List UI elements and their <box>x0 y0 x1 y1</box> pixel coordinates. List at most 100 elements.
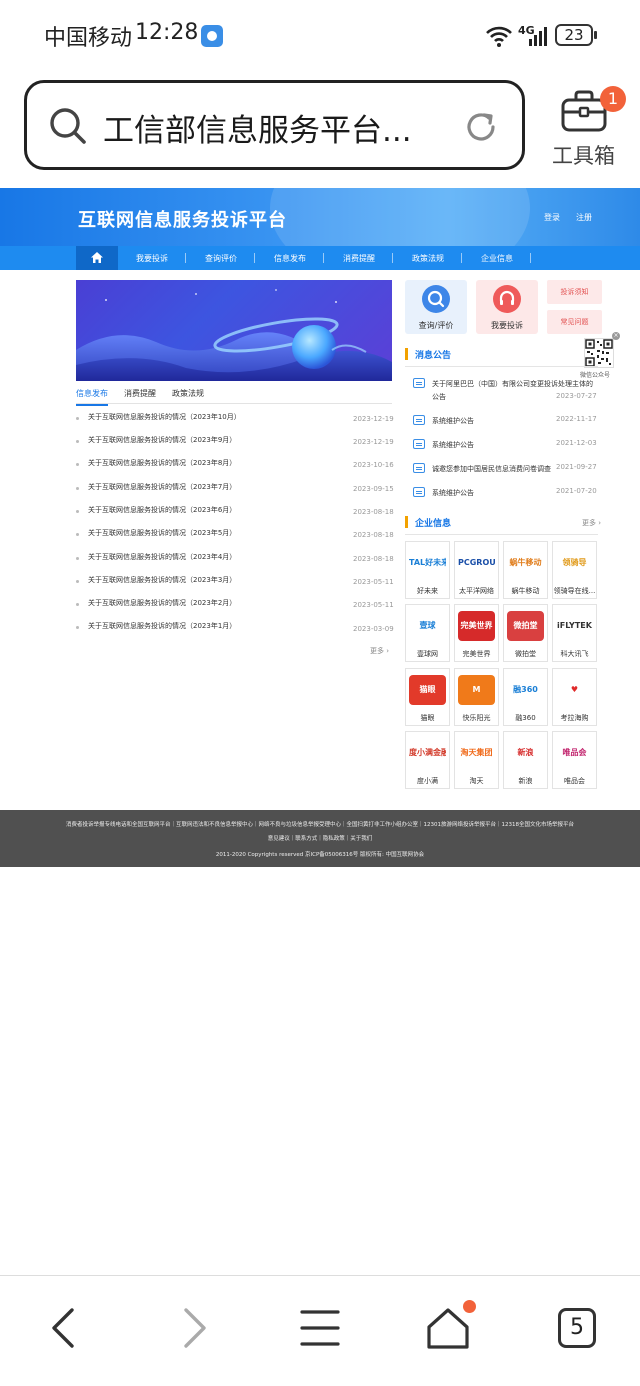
news-item[interactable]: 关于互联网信息服务投诉的情况（2023年2月） 2023-05-11 <box>76 598 394 612</box>
address-text[interactable]: 工信部信息服务平台... <box>103 105 433 150</box>
news-title[interactable]: 关于互联网信息服务投诉的情况（2023年2月） <box>88 598 236 608</box>
notice-item[interactable]: 诚邀您参加中国居民信息消费问卷调查 2021-09-27 <box>413 463 598 477</box>
nav-home[interactable] <box>76 246 118 270</box>
news-item[interactable]: 关于互联网信息服务投诉的情况（2023年6月） 2023-08-18 <box>76 505 394 519</box>
bullet <box>76 487 79 490</box>
nav-item-policy[interactable]: 政策法规 <box>412 253 444 264</box>
news-item[interactable]: 关于互联网信息服务投诉的情况（2023年3月） 2023-05-11 <box>76 575 394 589</box>
company-card[interactable]: 新浪 新浪 <box>503 731 548 789</box>
faq-button[interactable]: 常见问题 <box>547 310 602 334</box>
notice-item[interactable]: 系统维护公告 2021-07-20 <box>413 487 598 501</box>
footer-links[interactable]: 消费者投诉举报专线电话和全国互联网平台｜互联网违法和不良信息举报中心｜网络不良与… <box>0 820 640 828</box>
login-link[interactable]: 登录 <box>544 212 560 223</box>
news-title[interactable]: 关于互联网信息服务投诉的情况（2023年7月） <box>88 482 236 492</box>
complaint-guide-button[interactable]: 投诉须知 <box>547 280 602 304</box>
complain-button[interactable]: 我要投诉 <box>476 280 538 334</box>
news-item[interactable]: 关于互联网信息服务投诉的情况（2023年5月） 2023-08-18 <box>76 528 394 542</box>
company-card[interactable]: 淘天集团 淘天 <box>454 731 499 789</box>
company-card[interactable]: 壹球 壹球网 <box>405 604 450 662</box>
nav-separator <box>254 253 255 263</box>
register-link[interactable]: 注册 <box>576 212 592 223</box>
footer-secondary-links[interactable]: 意见建议｜联系方式｜隐私政策｜关于我们 <box>0 834 640 842</box>
company-card[interactable]: TAL好未来 好未来 <box>405 541 450 599</box>
company-card[interactable]: 猫眼 猫眼 <box>405 668 450 726</box>
address-bar[interactable]: 工信部信息服务平台... <box>24 80 525 170</box>
notice-item[interactable]: 关于阿里巴巴（中国）有限公司变更投诉处理主体的 公告 2023-07-27 <box>413 378 598 404</box>
toolbox-label: 工具箱 <box>552 144 615 168</box>
news-more-link[interactable]: 更多 › <box>370 646 389 656</box>
company-card[interactable]: 完美世界 完美世界 <box>454 604 499 662</box>
news-title[interactable]: 关于互联网信息服务投诉的情况（2023年5月） <box>88 528 236 538</box>
company-card[interactable]: 微拍堂 微拍堂 <box>503 604 548 662</box>
notice-title[interactable]: 关于阿里巴巴（中国）有限公司变更投诉处理主体的 <box>432 378 593 391</box>
query-evaluate-button[interactable]: 查询/评价 <box>405 280 467 334</box>
notice-icon <box>413 439 425 449</box>
notice-title[interactable]: 系统维护公告 <box>432 415 474 428</box>
news-title[interactable]: 关于互联网信息服务投诉的情况（2023年4月） <box>88 552 236 562</box>
news-date: 2023-08-18 <box>353 531 394 539</box>
news-date: 2023-12-19 <box>353 415 394 423</box>
nav-item-company[interactable]: 企业信息 <box>481 253 513 264</box>
toolbox-button[interactable]: 1 工具箱 <box>548 84 628 168</box>
news-item[interactable]: 关于互联网信息服务投诉的情况（2023年9月） 2023-12-19 <box>76 435 394 449</box>
news-item[interactable]: 关于互联网信息服务投诉的情况（2023年10月） 2023-12-19 <box>76 412 394 426</box>
query-icon <box>422 285 450 313</box>
news-date: 2023-10-16 <box>353 461 394 469</box>
nav-item-consumer[interactable]: 消费提醒 <box>343 253 375 264</box>
news-item[interactable]: 关于互联网信息服务投诉的情况（2023年1月） 2023-03-09 <box>76 621 394 635</box>
notice-title-continued[interactable]: 公告 <box>432 391 446 404</box>
news-title[interactable]: 关于互联网信息服务投诉的情况（2023年1月） <box>88 621 236 631</box>
nav-item-publish[interactable]: 信息发布 <box>274 253 306 264</box>
company-name: 太平洋网络 <box>459 587 494 595</box>
tabs-button[interactable]: 5 <box>548 1300 604 1356</box>
company-name: 领骑导在线... <box>553 587 596 595</box>
company-card[interactable]: M 快乐阳光 <box>454 668 499 726</box>
notice-title[interactable]: 系统维护公告 <box>432 487 474 500</box>
notice-icon <box>413 487 425 497</box>
company-name: 蜗牛移动 <box>511 587 540 595</box>
company-card[interactable]: ♥ 考拉海购 <box>552 668 597 726</box>
company-card[interactable]: iFLYTEK 科大讯飞 <box>552 604 597 662</box>
company-logo: 完美世界 <box>458 611 495 641</box>
news-title[interactable]: 关于互联网信息服务投诉的情况（2023年10月） <box>88 412 241 422</box>
notice-title[interactable]: 诚邀您参加中国居民信息消费问卷调查 <box>432 463 551 476</box>
bullet <box>76 533 79 536</box>
tab-info-publish[interactable]: 信息发布 <box>76 388 108 406</box>
tab-consumer-alert[interactable]: 消费提醒 <box>124 388 156 399</box>
menu-icon <box>300 1310 340 1346</box>
news-title[interactable]: 关于互联网信息服务投诉的情况（2023年9月） <box>88 435 236 445</box>
notice-date: 2021-12-03 <box>556 439 597 447</box>
nav-item-complain[interactable]: 我要投诉 <box>136 253 168 264</box>
company-card[interactable]: 蜗牛移动 蜗牛移动 <box>503 541 548 599</box>
notice-title[interactable]: 系统维护公告 <box>432 439 474 452</box>
qr-close-icon[interactable]: × <box>612 332 620 340</box>
notice-item[interactable]: 系统维护公告 2021-12-03 <box>413 439 598 453</box>
news-title[interactable]: 关于互联网信息服务投诉的情况（2023年8月） <box>88 458 236 468</box>
hero-banner[interactable] <box>76 280 392 381</box>
company-logo: iFLYTEK <box>556 611 593 641</box>
company-card[interactable]: PCGROUP 太平洋网络 <box>454 541 499 599</box>
divider <box>405 534 598 535</box>
menu-button[interactable] <box>292 1300 348 1356</box>
news-item[interactable]: 关于互联网信息服务投诉的情况（2023年8月） 2023-10-16 <box>76 458 394 472</box>
company-card[interactable]: 度小满金融 度小满 <box>405 731 450 789</box>
news-date: 2023-08-18 <box>353 555 394 563</box>
bullet <box>76 463 79 466</box>
nav-item-query[interactable]: 查询评价 <box>205 253 237 264</box>
company-card[interactable]: 领骑导 领骑导在线... <box>552 541 597 599</box>
news-item[interactable]: 关于互联网信息服务投诉的情况（2023年7月） 2023-09-15 <box>76 482 394 496</box>
news-title[interactable]: 关于互联网信息服务投诉的情况（2023年3月） <box>88 575 236 585</box>
company-card[interactable]: 唯品会 唯品会 <box>552 731 597 789</box>
company-card[interactable]: 融360 融360 <box>503 668 548 726</box>
back-button[interactable] <box>36 1300 92 1356</box>
bullet <box>76 510 79 513</box>
news-title[interactable]: 关于互联网信息服务投诉的情况（2023年6月） <box>88 505 236 515</box>
notice-item[interactable]: 系统维护公告 2022-11-17 <box>413 415 598 429</box>
company-logo: TAL好未来 <box>409 548 446 578</box>
forward-button[interactable] <box>166 1300 222 1356</box>
company-name: 微拍堂 <box>515 650 536 658</box>
companies-more-link[interactable]: 更多 › <box>582 518 601 528</box>
reload-icon[interactable] <box>463 109 499 145</box>
news-item[interactable]: 关于互联网信息服务投诉的情况（2023年4月） 2023-08-18 <box>76 552 394 566</box>
tab-policy[interactable]: 政策法规 <box>172 388 204 399</box>
